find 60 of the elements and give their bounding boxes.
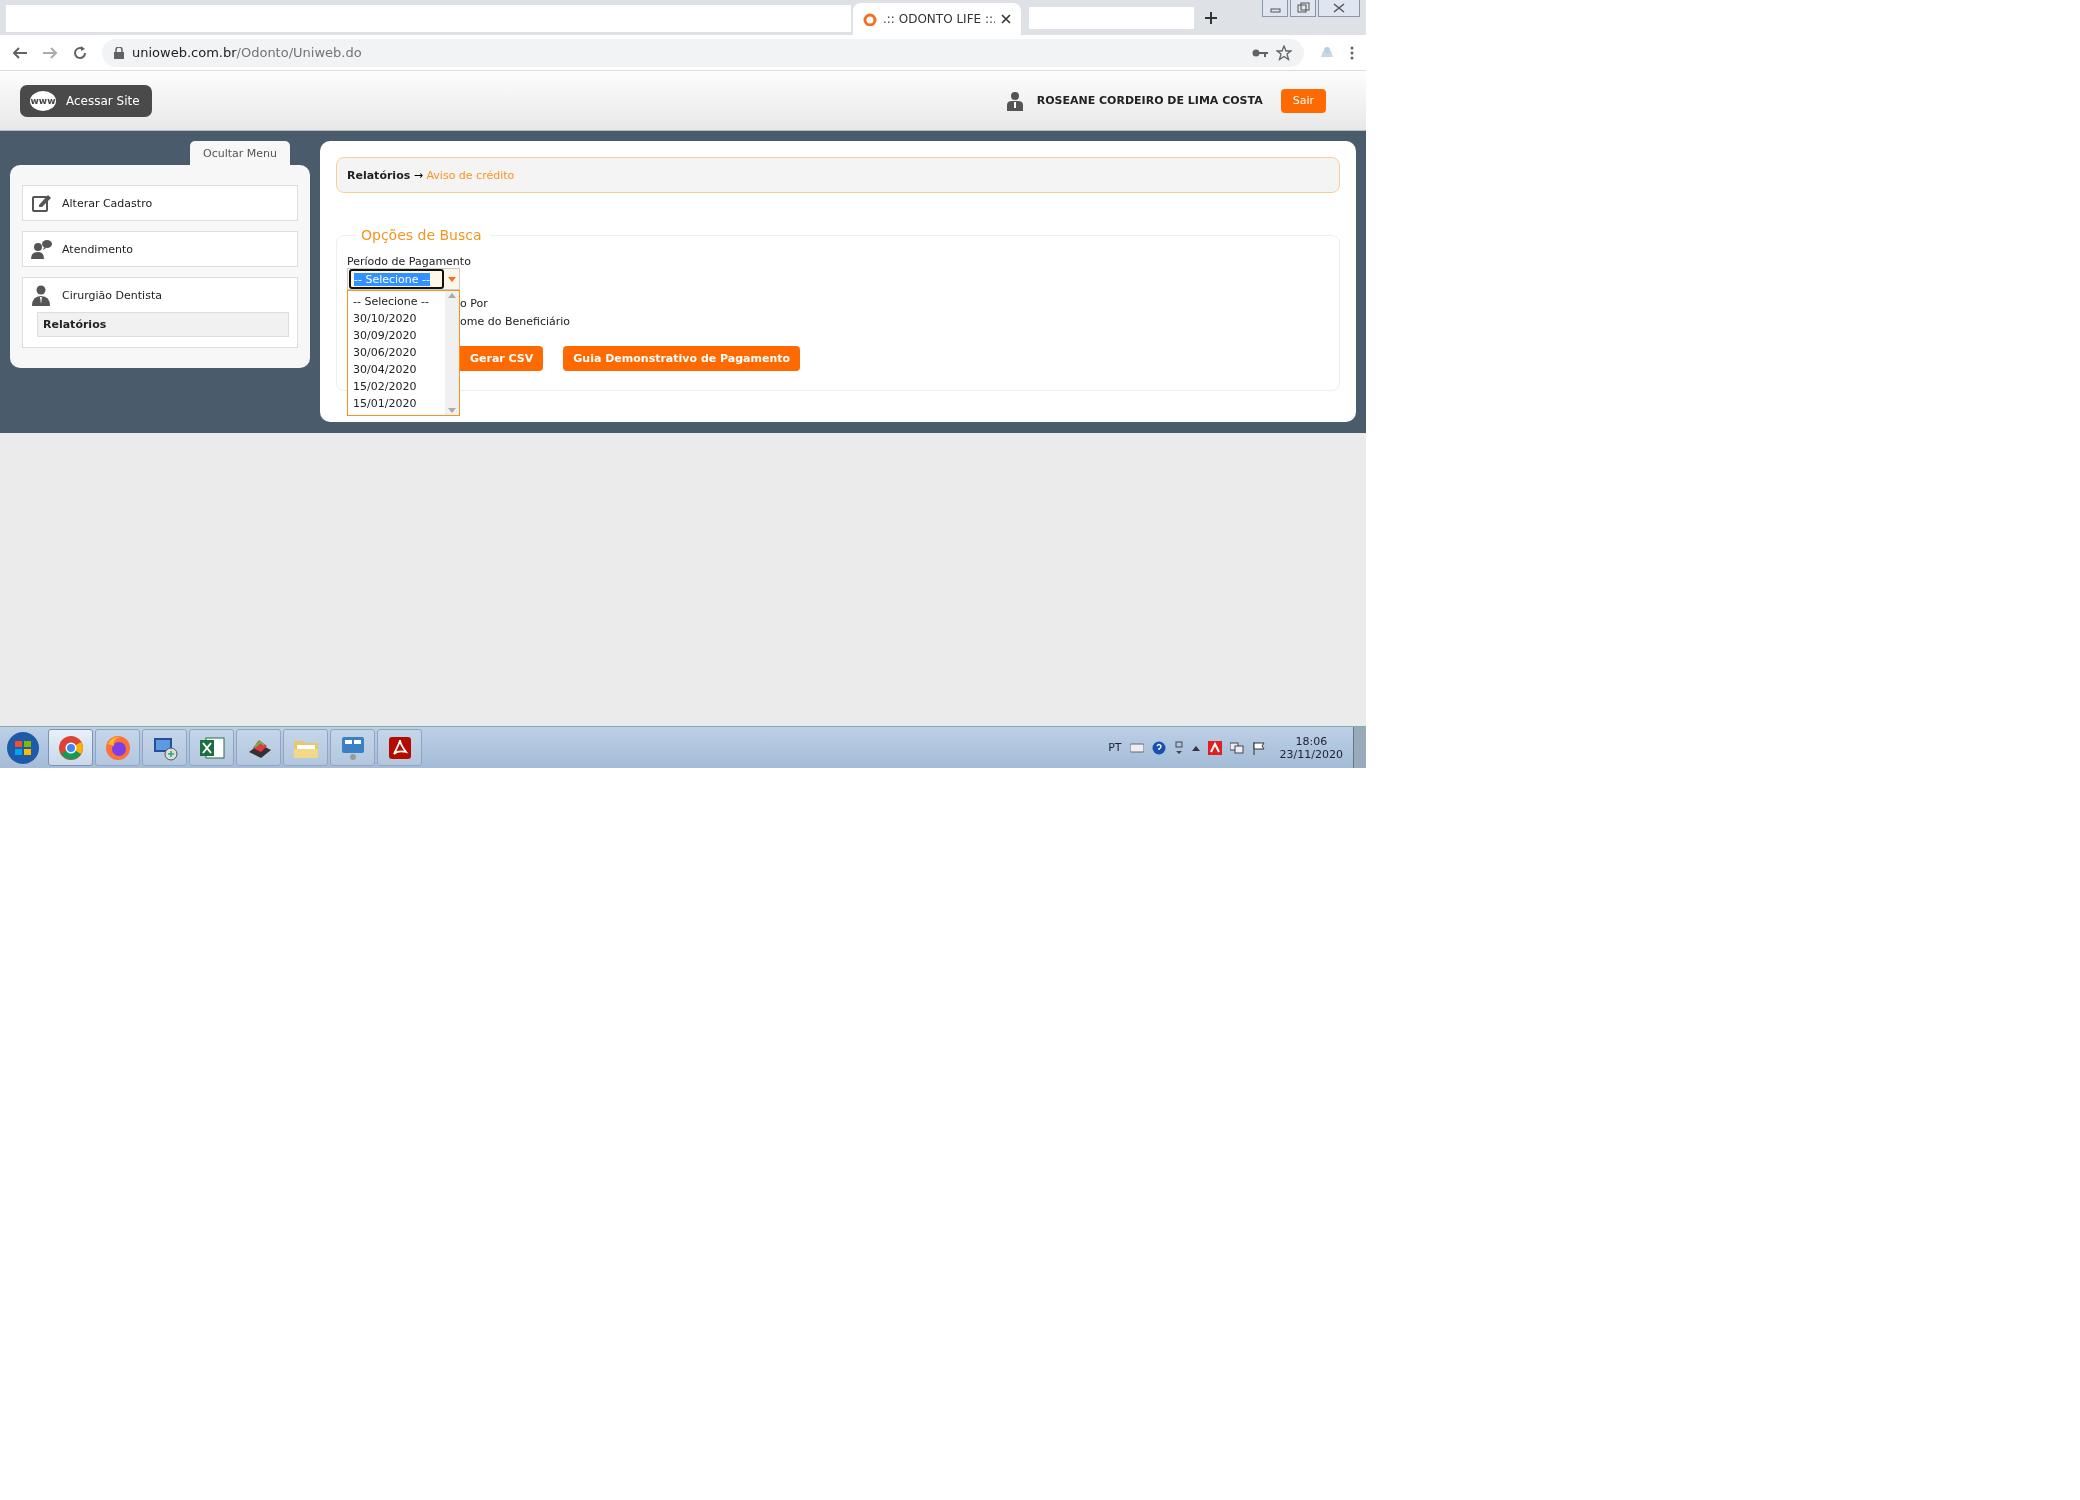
address-field[interactable]: unioweb.com.br/Odonto/Uniweb.do [102,38,1304,67]
taskbar-app[interactable] [48,729,93,766]
globe-badge: www [30,90,56,111]
menu-item[interactable]: Cirurgião Dentista Relatórios [22,277,298,348]
back-icon[interactable] [12,44,28,61]
url-text: unioweb.com.br/Odonto/Uniweb.do [132,45,362,60]
close-icon[interactable] [1001,14,1011,24]
taskbar-app[interactable] [95,729,140,766]
start-orb-icon[interactable] [6,730,40,765]
lock-icon [114,46,124,59]
menu-icon[interactable] [1350,45,1354,60]
person-icon [31,284,52,306]
user-icon [1006,90,1023,111]
taskbar-app[interactable] [377,729,422,766]
restore-icon[interactable] [1290,0,1316,17]
taskbar-app[interactable] [236,729,281,766]
browser-tab[interactable]: .:: ODONTO LIFE ::. [853,3,1021,35]
expand-tray-icon[interactable] [1191,744,1200,751]
section-title: Opções de Busca [360,227,483,243]
menu-label: Cirurgião Dentista [62,288,162,302]
taskbar-app[interactable] [142,729,187,766]
key-icon[interactable] [1252,47,1268,58]
menu-item[interactable]: Atendimento [22,231,298,267]
submenu-item[interactable]: Relatórios [37,312,289,337]
sort-option-label: ome do Beneficiário [460,313,572,330]
keyboard-icon[interactable] [1129,742,1144,753]
clock[interactable]: 18:06 23/11/2020 [1279,734,1343,761]
hide-menu-tab[interactable]: Ocultar Menu [190,141,290,165]
menu-label: Atendimento [62,242,133,256]
taskbar-app[interactable] [330,729,375,766]
person-speech-icon [31,238,52,260]
access-site-button[interactable]: www Acessar Site [20,84,152,117]
fox-globe-icon [103,733,132,762]
language-indicator[interactable]: PT [1108,741,1122,754]
field-label: Período de Pagamento [347,255,472,268]
antivirus-icon[interactable] [1207,740,1222,755]
edit-icon [31,192,52,214]
star-icon[interactable] [1276,44,1292,61]
sort-label: o Por [460,295,489,312]
menu-label: Alterar Cadastro [62,196,153,210]
tab-title: .:: ODONTO LIFE ::. [883,12,995,26]
ring-icon [863,12,877,26]
taskbar-app[interactable] [189,729,234,766]
dropdown-option[interactable]: 30/09/2020 [353,327,445,344]
help-icon[interactable] [1151,740,1166,755]
new-tab-icon[interactable] [1204,11,1218,25]
dropdown-option[interactable]: 15/02/2020 [353,378,445,395]
dropdown-option[interactable]: -- Selecione -- [353,293,445,310]
dropdown-option[interactable]: 30/06/2020 [353,344,445,361]
dropdown-option[interactable]: 30/04/2020 [353,361,445,378]
breadcrumb-text: Relatórios → Aviso de crédito [347,168,515,182]
caret-icon [445,275,459,283]
network-icon[interactable] [1229,740,1244,755]
menu-item[interactable]: Alterar Cadastro [22,185,298,221]
dropdown-option[interactable]: 15/01/2020 [353,395,445,412]
dropdown-option[interactable]: 30/10/2020 [353,310,445,327]
user-name: ROSEANE CORDEIRO DE LIMA COSTA [1036,94,1263,107]
browser-logo-icon [56,733,85,762]
reload-icon[interactable] [72,44,88,61]
flag-icon[interactable] [1251,740,1266,755]
